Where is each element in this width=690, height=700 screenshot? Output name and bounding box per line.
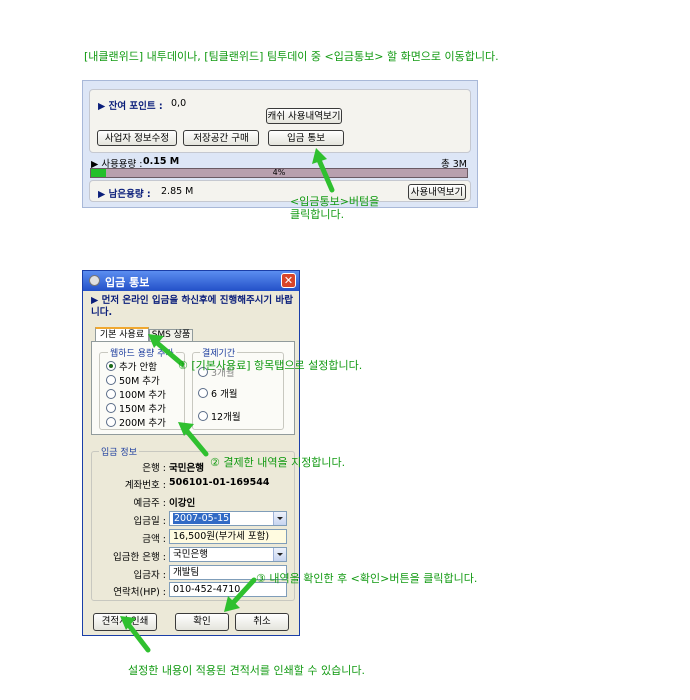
- radio-icon[interactable]: [106, 389, 116, 399]
- dialog-notice: ▶ 먼저 온라인 입금을 하신후에 진행해주시기 바랍니다.: [91, 295, 293, 318]
- cash-history-button[interactable]: 캐쉬 사용내역보기: [266, 108, 342, 124]
- depositor-label: 입금자 :: [133, 570, 166, 581]
- click-callout-line2: 클릭합니다.: [290, 208, 345, 221]
- deposit-legend: 입금 정보: [99, 445, 139, 458]
- amount-label: 금액 :: [142, 534, 166, 545]
- instruction-top: [내클랜위드] 내투데이나, [팀클랜위드] 팀투데이 중 <입금통보> 할 화…: [84, 50, 499, 63]
- radio-icon[interactable]: [106, 403, 116, 413]
- from-bank-select[interactable]: 국민은행: [169, 547, 287, 562]
- step3-text: ③ 내역을 확인한 후 <확인>버튼을 클릭합니다.: [256, 572, 478, 585]
- holder-label: 예금주 :: [133, 498, 166, 509]
- date-label: 입금일 :: [133, 516, 166, 527]
- click-callout: <입금통보>버텀을 클릭합니다.: [290, 195, 379, 221]
- step1-text: ① [기본사용료] 항목탭으로 설정합니다.: [178, 359, 363, 372]
- usage-progress-text: 4%: [272, 168, 286, 177]
- remaining-box: ▶ 남은용량 : 2.85 M 사용내역보기: [89, 180, 471, 202]
- deposit-notice-button[interactable]: 입금 통보: [268, 130, 344, 146]
- dialog-title: 입금 통보: [105, 276, 150, 289]
- print-arrow-icon: [120, 616, 151, 653]
- cash-point-label: ▶ 잔여 포인트 :: [98, 101, 163, 112]
- storage-panel: ▶ 잔여 포인트 : 0,0 캐쉬 사용내역보기 사업자 정보수정 저장공간 구…: [82, 80, 478, 208]
- bank-value: 국민은행: [169, 463, 204, 474]
- radio-icon[interactable]: [198, 388, 208, 398]
- from-bank-value: 국민은행: [173, 549, 208, 560]
- radio-icon[interactable]: [106, 361, 116, 371]
- usage-progress-bar: 4%: [90, 168, 468, 178]
- amount-field[interactable]: 16,500원(부가세 포함): [169, 529, 287, 544]
- remaining-label: ▶ 남은용량 :: [98, 189, 151, 200]
- chevron-down-icon[interactable]: [273, 548, 286, 561]
- tab-basic-fee[interactable]: 기본 사용료: [95, 327, 149, 342]
- date-picker[interactable]: 2007-05-15: [169, 511, 287, 526]
- cash-point-value: 0,0: [171, 98, 187, 109]
- usage-history-button[interactable]: 사용내역보기: [408, 184, 466, 200]
- instruction-bottom: 설정한 내용이 적용된 견적서를 인쇄할 수 있습니다.: [128, 664, 365, 677]
- phone-label: 연락처(HP) :: [113, 587, 166, 598]
- holder-value: 이강인: [169, 498, 196, 509]
- account-label: 계좌번호 :: [124, 480, 166, 491]
- app-icon: [89, 275, 100, 286]
- dialog-title-bar[interactable]: 입금 통보 ✕: [83, 271, 299, 291]
- close-icon[interactable]: ✕: [281, 273, 296, 288]
- buy-storage-button[interactable]: 저장공간 구매: [183, 130, 259, 146]
- point-box: ▶ 잔여 포인트 : 0,0 캐쉬 사용내역보기 사업자 정보수정 저장공간 구…: [89, 89, 471, 153]
- chevron-down-icon[interactable]: [273, 512, 286, 525]
- edit-business-button[interactable]: 사업자 정보수정: [97, 130, 177, 146]
- bank-label: 은행 :: [142, 463, 166, 474]
- pointer-arrow-icon: [312, 148, 335, 193]
- radio-icon[interactable]: [106, 417, 116, 427]
- step2-text: ② 결제한 내역을 지정합니다.: [210, 456, 346, 469]
- remaining-value: 2.85 M: [161, 186, 194, 197]
- click-callout-line1: <입금통보>버텀을: [290, 195, 380, 208]
- date-value: 2007-05-15: [173, 513, 231, 524]
- from-bank-label: 입금한 은행 :: [113, 552, 166, 563]
- account-value: 506101-01-169544: [169, 477, 270, 488]
- usage-value: 0.15 M: [143, 156, 180, 167]
- radio-icon[interactable]: [106, 375, 116, 385]
